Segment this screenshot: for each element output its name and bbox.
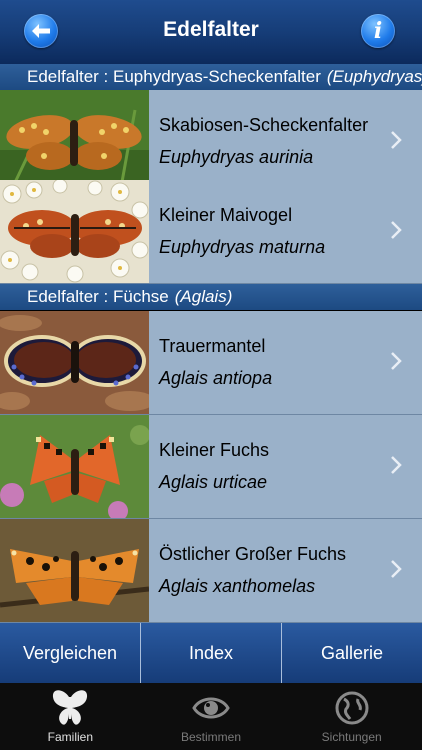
butterfly-photo — [0, 415, 149, 518]
info-icon: i — [373, 18, 383, 44]
list-item-oestlicher-grosser-fuchs[interactable]: Östlicher Großer Fuchs Aglais xanthomela… — [0, 519, 422, 623]
section-header-aglais: Edelfalter : Füchse (Aglais) — [0, 284, 422, 310]
tab-label: Bestimmen — [180, 730, 242, 744]
species-name: Kleiner Fuchs — [159, 440, 270, 460]
tab-sichtungen[interactable]: Sichtungen — [281, 683, 422, 750]
navigation-bar: Edelfalter i — [0, 0, 422, 65]
species-name: Trauermantel — [159, 336, 266, 356]
action-button-bar: Vergleichen Index Gallerie — [0, 623, 422, 683]
scientific-name: Aglais urticae — [159, 472, 268, 492]
chevron-right-icon — [391, 131, 402, 149]
butterfly-photo — [0, 519, 149, 622]
tab-bestimmen[interactable]: Bestimmen — [141, 683, 282, 750]
gallery-button[interactable]: Gallerie — [282, 623, 422, 683]
chevron-right-icon — [391, 456, 402, 474]
chevron-right-icon — [391, 352, 402, 370]
info-button[interactable]: i — [361, 14, 395, 48]
compare-button[interactable]: Vergleichen — [0, 623, 141, 683]
tab-label: Sichtungen — [321, 730, 382, 744]
scientific-name: Aglais antiopa — [159, 368, 273, 388]
butterfly-photo — [0, 311, 149, 414]
species-name: Kleiner Maivogel — [159, 205, 293, 225]
list-item-kleiner-fuchs[interactable]: Kleiner Fuchs Aglais urticae — [0, 415, 422, 519]
chevron-right-icon — [391, 221, 402, 239]
page-title: Edelfalter — [163, 18, 259, 41]
species-name: Skabiosen-Scheckenfalter — [159, 115, 369, 135]
scientific-name: Euphydryas maturna — [159, 237, 326, 257]
butterfly-photo — [0, 180, 149, 283]
chevron-right-icon — [391, 560, 402, 578]
species-name: Östlicher Großer Fuchs — [159, 544, 347, 564]
butterfly-photo — [0, 90, 149, 193]
butterfly-icon — [53, 690, 88, 725]
list-item-skabiosen-scheckenfalter[interactable]: Skabiosen-Scheckenfalter Euphydryas auri… — [0, 90, 422, 194]
list-item-trauermantel[interactable]: Trauermantel Aglais antiopa — [0, 311, 422, 415]
index-button[interactable]: Index — [141, 623, 282, 683]
tab-familien[interactable]: Familien — [0, 683, 141, 750]
globe-icon — [335, 691, 369, 725]
section-header-euphydryas: Edelfalter : Euphydryas-Scheckenfalter (E… — [0, 64, 422, 90]
eye-icon — [192, 697, 230, 719]
tab-bar: Familien Bestimmen Sichtungen — [0, 683, 422, 750]
scientific-name: Aglais xanthomelas — [159, 576, 316, 596]
scientific-name: Euphydryas aurinia — [159, 147, 314, 167]
list-item-kleiner-maivogel[interactable]: Kleiner Maivogel Euphydryas maturna — [0, 180, 422, 284]
tab-label: Familien — [47, 730, 94, 744]
